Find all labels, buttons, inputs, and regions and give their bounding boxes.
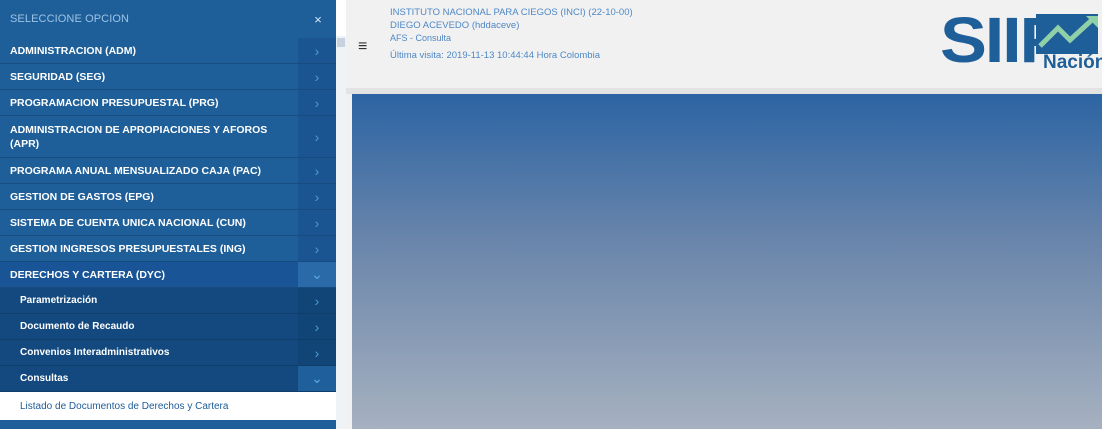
top-header: ≡ INSTITUTO NACIONAL PARA CIEGOS (INCI) … bbox=[346, 0, 1102, 88]
chevron-right-icon[interactable]: › bbox=[298, 64, 336, 89]
submenu-item-parametrizacion[interactable]: Parametrización › bbox=[0, 288, 336, 314]
menu-item-label: PROGRAMACION PRESUPUESTAL (PRG) bbox=[10, 96, 219, 109]
siif-logo: SIIF Nación bbox=[940, 8, 1102, 88]
sidebar-header: SELECCIONE OPCION × bbox=[0, 0, 336, 38]
submenu-dyc: Parametrización › Documento de Recaudo ›… bbox=[0, 288, 336, 392]
menu-item-prg[interactable]: PROGRAMACION PRESUPUESTAL (PRG) › bbox=[0, 90, 336, 116]
menu-item-apr[interactable]: ADMINISTRACION DE APROPIACIONES Y AFOROS… bbox=[0, 116, 336, 158]
chevron-right-icon[interactable]: › bbox=[298, 116, 336, 157]
menu-item-label: ADMINISTRACION DE APROPIACIONES Y AFOROS… bbox=[10, 123, 268, 150]
chevron-right-icon[interactable]: › bbox=[298, 184, 336, 209]
menu-item-label: SISTEMA DE CUENTA UNICA NACIONAL (CUN) bbox=[10, 216, 246, 229]
submenu-item-label: Consultas bbox=[20, 373, 69, 384]
chevron-right-icon[interactable]: › bbox=[298, 210, 336, 235]
menu-item-label: DERECHOS Y CARTERA (DYC) bbox=[10, 268, 165, 281]
last-visit: Última visita: 2019-11-13 10:44:44 Hora … bbox=[390, 50, 600, 61]
menu-leaf-listado-documentos[interactable]: Listado de Documentos de Derechos y Cart… bbox=[0, 392, 336, 420]
user-role: AFS - Consulta bbox=[390, 33, 452, 43]
menu-item-adm[interactable]: ADMINISTRACION (ADM) › bbox=[0, 38, 336, 64]
logo-subtext: Nación bbox=[1043, 52, 1102, 73]
chevron-right-icon[interactable]: › bbox=[298, 288, 336, 313]
submenu-item-consultas[interactable]: Consultas ⌄ bbox=[0, 366, 336, 392]
menu-item-label: PROGRAMA ANUAL MENSUALIZADO CAJA (PAC) bbox=[10, 164, 262, 177]
menu-item-label: ADMINISTRACION (ADM) bbox=[10, 44, 136, 57]
menu-leaf-label: Listado de Documentos de Derechos y Cart… bbox=[20, 400, 229, 412]
menu-item-label: GESTION DE GASTOS (EPG) bbox=[10, 190, 154, 203]
chevron-right-icon[interactable]: › bbox=[298, 158, 336, 183]
scrollbar-thumb[interactable] bbox=[337, 38, 345, 47]
chevron-down-icon[interactable]: ⌄ bbox=[298, 366, 336, 391]
user-name: DIEGO ACEVEDO (hddaceve) bbox=[390, 20, 520, 31]
chevron-right-icon[interactable]: › bbox=[298, 314, 336, 339]
main-content-area bbox=[352, 94, 1102, 429]
entity-name: INSTITUTO NACIONAL PARA CIEGOS (INCI) (2… bbox=[390, 7, 633, 18]
app-window: SELECCIONE OPCION × ADMINISTRACION (ADM)… bbox=[0, 0, 1102, 429]
submenu-item-label: Parametrización bbox=[20, 295, 98, 306]
hamburger-menu-icon[interactable]: ≡ bbox=[358, 38, 367, 56]
menu-item-ing[interactable]: GESTION INGRESOS PRESUPUESTALES (ING) › bbox=[0, 236, 336, 262]
chevron-down-icon[interactable]: ⌄ bbox=[298, 262, 336, 287]
sidebar-menu: SELECCIONE OPCION × ADMINISTRACION (ADM)… bbox=[0, 0, 336, 429]
close-icon[interactable]: × bbox=[314, 12, 326, 27]
chevron-right-icon[interactable]: › bbox=[298, 340, 336, 365]
menu-item-pac[interactable]: PROGRAMA ANUAL MENSUALIZADO CAJA (PAC) › bbox=[0, 158, 336, 184]
submenu-item-convenios[interactable]: Convenios Interadministrativos › bbox=[0, 340, 336, 366]
sidebar-scrollbar[interactable] bbox=[336, 36, 346, 429]
menu-item-seg[interactable]: SEGURIDAD (SEG) › bbox=[0, 64, 336, 90]
submenu-item-label: Convenios Interadministrativos bbox=[20, 347, 170, 358]
chart-trend-icon bbox=[1036, 14, 1098, 54]
menu-item-cun[interactable]: SISTEMA DE CUENTA UNICA NACIONAL (CUN) › bbox=[0, 210, 336, 236]
session-info: INSTITUTO NACIONAL PARA CIEGOS (INCI) (2… bbox=[390, 6, 633, 62]
sidebar-title: SELECCIONE OPCION bbox=[10, 13, 130, 25]
submenu-item-documento-recaudo[interactable]: Documento de Recaudo › bbox=[0, 314, 336, 340]
chevron-right-icon[interactable]: › bbox=[298, 38, 336, 63]
chevron-right-icon[interactable]: › bbox=[298, 90, 336, 115]
menu-item-dyc[interactable]: DERECHOS Y CARTERA (DYC) ⌄ bbox=[0, 262, 336, 288]
menu-item-label: SEGURIDAD (SEG) bbox=[10, 70, 106, 83]
menu-item-epg[interactable]: GESTION DE GASTOS (EPG) › bbox=[0, 184, 336, 210]
submenu-item-label: Documento de Recaudo bbox=[20, 321, 135, 332]
chevron-right-icon[interactable]: › bbox=[298, 236, 336, 261]
menu-item-label: GESTION INGRESOS PRESUPUESTALES (ING) bbox=[10, 242, 246, 255]
